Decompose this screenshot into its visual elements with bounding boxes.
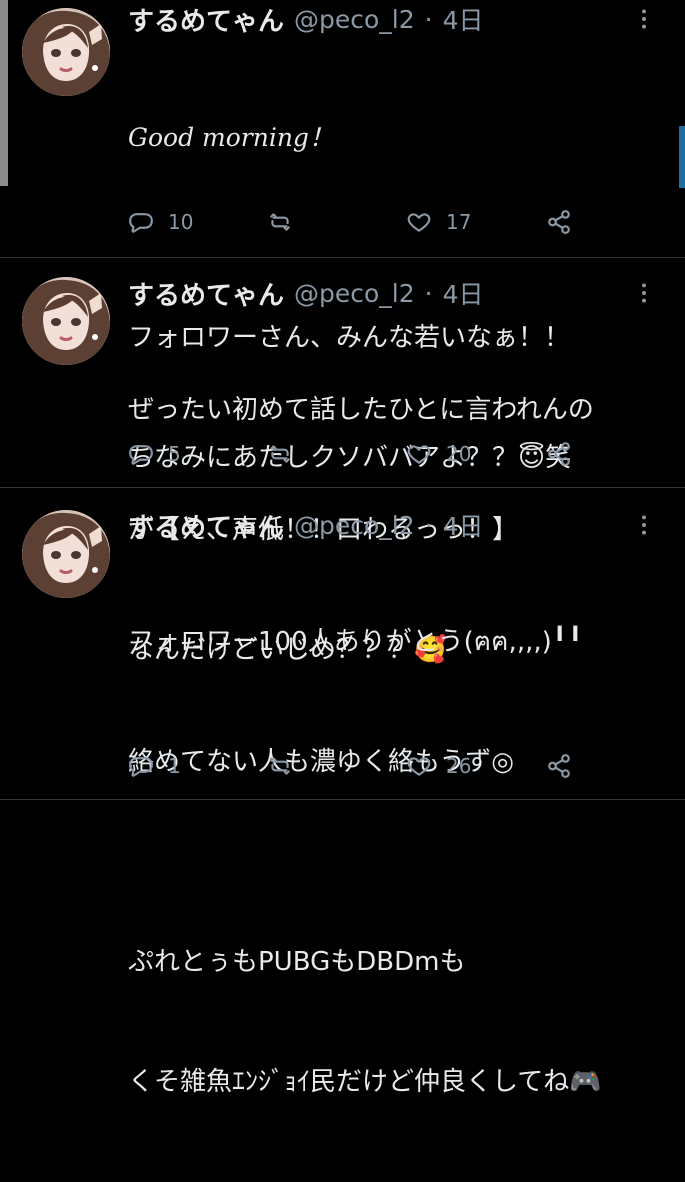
share-button[interactable] — [546, 206, 572, 238]
timeline: するめてゃん @peco_l2 · 4日 Good morning！ フォロワー… — [0, 0, 685, 1097]
heart-icon — [407, 213, 431, 232]
retweet-icon — [270, 757, 290, 775]
timestamp[interactable]: 4日 — [443, 507, 484, 543]
reply-icon — [129, 445, 153, 465]
separator: · — [424, 4, 433, 34]
retweet-icon — [270, 445, 290, 463]
tweet-line: ぜったい初めて話したひとに言われんの — [128, 395, 594, 425]
author-name[interactable]: するめてゃん — [128, 1, 284, 38]
like-button[interactable]: 17 — [406, 206, 471, 238]
reply-button[interactable]: 10 — [128, 206, 193, 238]
reply-icon — [129, 213, 153, 233]
like-count: 17 — [446, 210, 472, 234]
timestamp[interactable]: 4日 — [443, 1, 484, 37]
retweet-button[interactable] — [267, 438, 307, 470]
like-button[interactable]: 20 — [406, 438, 471, 470]
author-handle[interactable]: @peco_l2 — [294, 279, 415, 308]
share-icon — [548, 442, 570, 466]
more-horizontal-icon[interactable] — [631, 280, 657, 306]
author-handle[interactable]: @peco_l2 — [294, 511, 415, 540]
separator: · — [424, 510, 433, 540]
heart-icon — [407, 757, 431, 776]
retweet-button[interactable] — [267, 206, 307, 238]
tweet-actions: 10 17 — [128, 206, 585, 238]
like-count: 20 — [446, 442, 472, 466]
avatar[interactable] — [22, 8, 110, 96]
heart-icon — [407, 445, 431, 464]
author-handle[interactable]: @peco_l2 — [294, 5, 415, 34]
avatar[interactable] — [22, 510, 110, 598]
english-greeting: Good morning！ — [128, 123, 334, 152]
tweet-line: Good morning！ — [128, 118, 667, 158]
avatar[interactable] — [22, 277, 110, 365]
share-button[interactable] — [546, 750, 572, 782]
retweet-button[interactable] — [267, 750, 307, 782]
tweet-text: フォロワー100人ありがとう(ฅฅ,,,,)╹╹ 絡めてない人も濃ゆく絡もうず◎… — [128, 542, 667, 1182]
tweet[interactable]: するめてゃん @peco_l2 · 4日 Good morning！ フォロワー… — [0, 0, 685, 473]
author-name[interactable]: するめてゃん — [128, 507, 284, 544]
share-icon — [548, 210, 570, 234]
tweet-actions: 1 26 — [128, 750, 585, 782]
like-button[interactable]: 26 — [406, 750, 471, 782]
tweet-header: するめてゃん @peco_l2 · 4日 — [128, 507, 657, 544]
reply-button[interactable]: 5 — [128, 438, 181, 470]
like-count: 26 — [446, 754, 472, 778]
reply-icon — [129, 757, 153, 777]
more-horizontal-icon[interactable] — [631, 6, 657, 32]
more-horizontal-icon[interactable] — [631, 512, 657, 538]
tweet-line: くそ雑魚ｴﾝｼﾞｮｲ民だけど仲良くしてね🎮 — [128, 1067, 602, 1097]
tweet-line: ぷれとぅもPUBGもDBDmも — [128, 947, 466, 977]
reply-count: 1 — [168, 754, 181, 778]
tweet-actions: 5 20 — [128, 438, 585, 470]
separator: · — [424, 278, 433, 308]
tweet-line: フォロワー100人ありがとう(ฅฅ,,,,)╹╹ — [128, 627, 584, 657]
reply-count: 5 — [168, 442, 181, 466]
share-button[interactable] — [546, 438, 572, 470]
author-name[interactable]: するめてゃん — [128, 275, 284, 312]
tweet[interactable]: するめてゃん @peco_l2 · 4日 ぜったい初めて話したひとに言われんの … — [0, 258, 685, 665]
timestamp[interactable]: 4日 — [443, 275, 484, 311]
reply-button[interactable]: 1 — [128, 750, 181, 782]
tweet-header: するめてゃん @peco_l2 · 4日 — [128, 275, 657, 312]
tweet[interactable]: するめてゃん @peco_l2 · 4日 フォロワー100人ありがとう(ฅฅ,,… — [0, 488, 685, 1097]
retweet-icon — [270, 213, 290, 231]
tweet-header: するめてゃん @peco_l2 · 4日 — [128, 1, 657, 38]
share-icon — [548, 754, 570, 778]
reply-count: 10 — [168, 210, 194, 234]
